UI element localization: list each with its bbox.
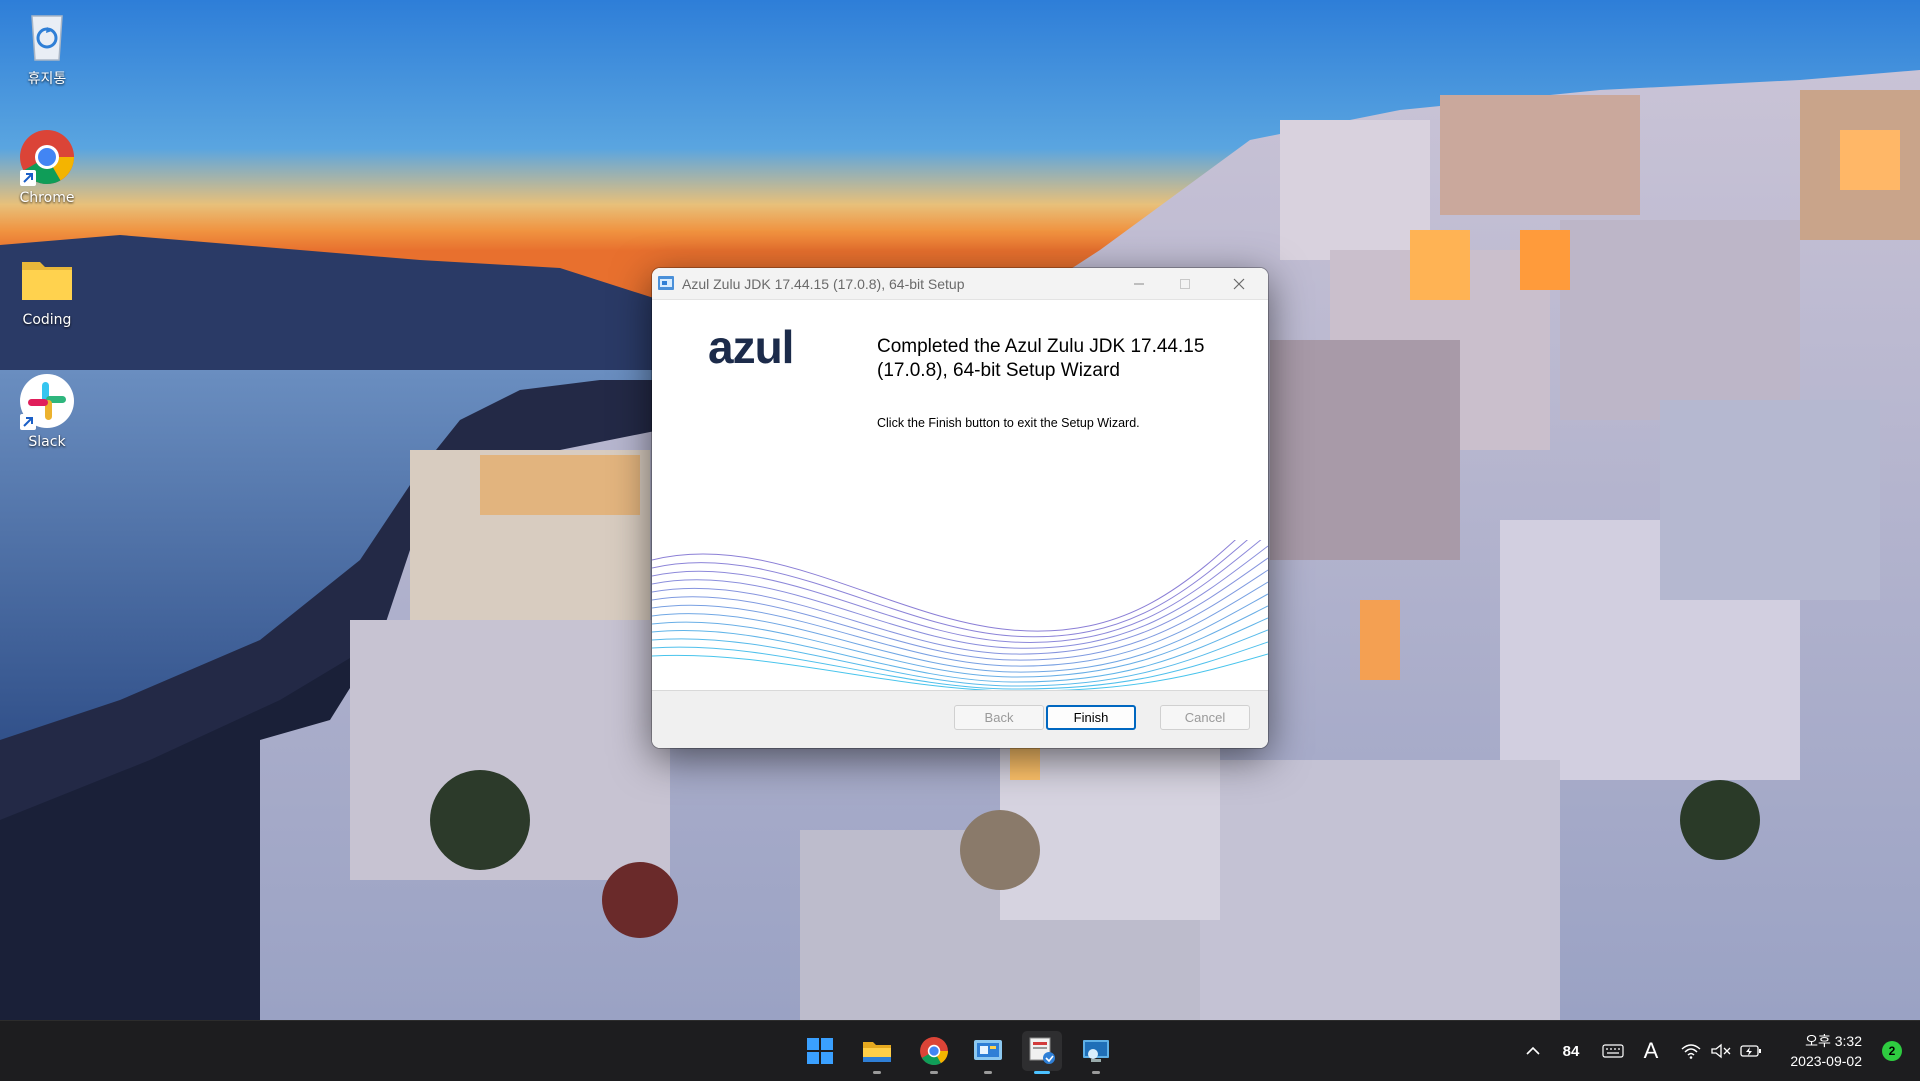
taskbar-file-explorer[interactable]	[857, 1031, 897, 1074]
wifi-icon	[1681, 1044, 1701, 1059]
taskbar-clock[interactable]: 오후 3:32 2023-09-02	[1790, 1031, 1862, 1071]
dialog-titlebar[interactable]: Azul Zulu JDK 17.44.15 (17.0.8), 64-bit …	[652, 268, 1268, 300]
taskbar-remote-desktop[interactable]	[1076, 1031, 1116, 1074]
tray-ime-indicator[interactable]: A	[1636, 1021, 1666, 1081]
setup-wizard-dialog: Azul Zulu JDK 17.44.15 (17.0.8), 64-bit …	[652, 268, 1268, 748]
maximize-icon	[1180, 278, 1190, 289]
desktop-icon-recycle-bin[interactable]: 휴지통	[6, 6, 88, 88]
desktop-icon-label: 휴지통	[27, 71, 67, 87]
taskbar: 84 A 오후 3:32 2023-09-02 2	[0, 1020, 1920, 1081]
back-button: Back	[954, 705, 1044, 730]
notification-badge[interactable]: 2	[1882, 1041, 1902, 1061]
taskbar-start-button[interactable]	[800, 1031, 840, 1071]
installer-app-icon	[658, 276, 674, 290]
tray-wifi[interactable]	[1676, 1021, 1706, 1081]
battery-charging-icon	[1740, 1045, 1761, 1057]
desktop-icon-coding-folder[interactable]: Coding	[6, 250, 88, 328]
tray-volume[interactable]	[1706, 1021, 1736, 1081]
recycle-bin-icon	[18, 6, 76, 64]
chrome-icon	[18, 128, 76, 186]
clock-time: 오후 3:32	[1805, 1033, 1862, 1049]
remote-desktop-icon	[1083, 1040, 1109, 1062]
decorative-wave-graphic	[652, 540, 1268, 690]
chrome-icon	[920, 1037, 948, 1065]
dialog-footer: Back Finish Cancel	[652, 691, 1268, 748]
completion-message: Click the Finish button to exit the Setu…	[877, 416, 1140, 430]
desktop-icon-label: Slack	[28, 434, 66, 450]
azul-logo: azul	[708, 321, 794, 373]
control-panel-icon	[974, 1040, 1002, 1060]
windows-start-icon	[807, 1038, 833, 1064]
desktop-icon-label: Coding	[22, 312, 72, 328]
file-explorer-icon	[863, 1042, 891, 1062]
taskbar-installer[interactable]	[1022, 1031, 1062, 1074]
maximize-button	[1162, 268, 1208, 299]
clock-date: 2023-09-02	[1790, 1053, 1862, 1069]
finish-button[interactable]: Finish	[1046, 705, 1136, 730]
tray-temperature[interactable]: 84	[1556, 1021, 1586, 1081]
taskbar-chrome[interactable]	[914, 1031, 954, 1074]
chevron-up-icon	[1526, 1046, 1540, 1055]
close-icon	[1233, 278, 1245, 289]
installer-icon	[1029, 1037, 1055, 1064]
tray-keyboard[interactable]	[1598, 1021, 1628, 1081]
desktop-icon-label: Chrome	[19, 190, 75, 206]
folder-icon	[18, 250, 76, 308]
dialog-title: Azul Zulu JDK 17.44.15 (17.0.8), 64-bit …	[682, 276, 965, 292]
tray-battery[interactable]	[1736, 1021, 1766, 1081]
volume-muted-icon	[1711, 1043, 1731, 1059]
keyboard-icon	[1602, 1044, 1624, 1058]
minimize-button[interactable]	[1116, 268, 1162, 299]
close-button[interactable]	[1216, 268, 1262, 299]
completion-heading: Completed the Azul Zulu JDK 17.44.15 (17…	[877, 336, 1205, 381]
dialog-content: azul Completed the Azul Zulu JDK 17.44.1…	[652, 300, 1268, 690]
taskbar-control-panel[interactable]	[968, 1031, 1008, 1074]
desktop-icon-slack[interactable]: Slack	[6, 372, 88, 450]
desktop-icon-chrome[interactable]: Chrome	[6, 128, 88, 206]
minimize-icon	[1134, 283, 1144, 284]
tray-overflow-chevron[interactable]	[1518, 1021, 1548, 1081]
cancel-button: Cancel	[1160, 705, 1250, 730]
slack-icon	[18, 372, 76, 430]
